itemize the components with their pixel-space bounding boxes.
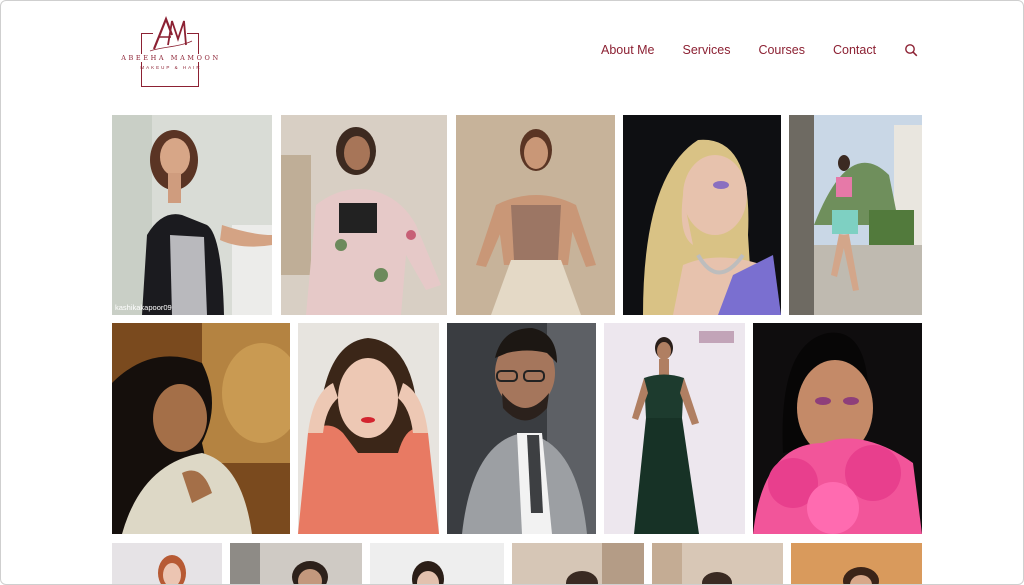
gallery-photo[interactable] <box>623 115 781 315</box>
photo-credit: kashikakapoor09 <box>115 303 172 312</box>
gallery-photo[interactable] <box>230 543 362 584</box>
gallery-photo[interactable] <box>447 323 596 534</box>
gallery-photo[interactable] <box>512 543 644 584</box>
gallery-photo[interactable] <box>791 543 922 584</box>
gallery-photo[interactable] <box>753 323 922 534</box>
gallery-photo[interactable] <box>652 543 783 584</box>
browser-viewport: ABEEHA MAMOON MAKEUP & HAIR About Me Ser… <box>0 0 1024 585</box>
gallery-photo[interactable] <box>112 543 222 584</box>
gallery-photo[interactable] <box>789 115 922 315</box>
gallery-photo[interactable]: kashikakapoor09 <box>112 115 272 315</box>
gallery-photo[interactable] <box>112 323 290 534</box>
portfolio-gallery: kashikakapoor09 <box>1 1 1023 584</box>
gallery-photo[interactable] <box>281 115 447 315</box>
gallery-photo[interactable] <box>456 115 615 315</box>
gallery-photo[interactable] <box>370 543 504 584</box>
gallery-photo[interactable] <box>604 323 745 534</box>
gallery-photo[interactable] <box>298 323 439 534</box>
